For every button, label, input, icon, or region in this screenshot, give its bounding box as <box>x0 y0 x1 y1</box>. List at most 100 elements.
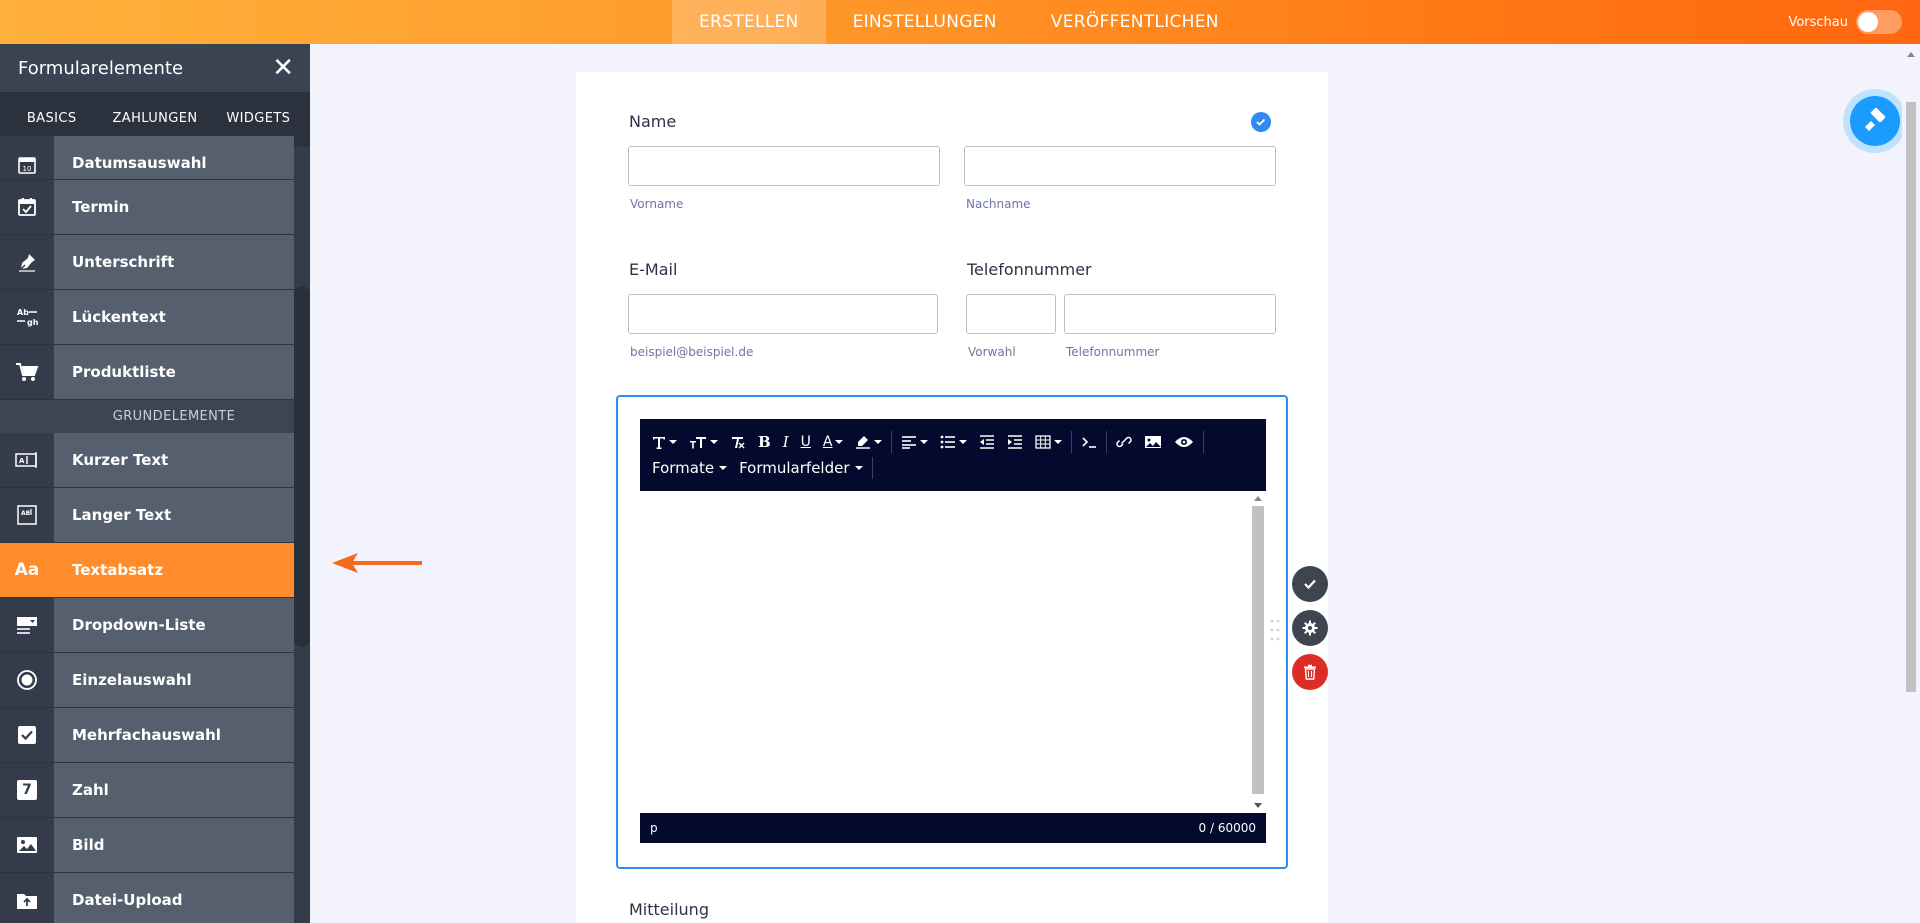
list-icon[interactable] <box>934 429 973 455</box>
dropdown-icon <box>0 598 54 652</box>
sidebar-item-einzelauswahl[interactable]: Einzelauswahl <box>0 653 294 708</box>
sidebar-item-label: Termin <box>72 198 130 216</box>
close-icon[interactable]: ✕ <box>272 55 294 81</box>
email-input[interactable] <box>628 294 938 334</box>
link-icon[interactable] <box>1110 429 1138 455</box>
tab-veroeffentlichen[interactable]: VERÖFFENTLICHEN <box>1024 0 1246 44</box>
first-name-sublabel: Vorname <box>630 197 684 211</box>
form-designer-button[interactable] <box>1843 89 1907 153</box>
preview-label: Vorschau <box>1788 14 1848 30</box>
sidebar-item-mehrfachauswahl[interactable]: Mehrfachauswahl <box>0 708 294 763</box>
gear-icon <box>1302 620 1318 636</box>
font-family-icon[interactable] <box>646 429 683 455</box>
underline-icon[interactable]: U <box>795 429 817 455</box>
rich-text-editor: B I U A Formate Formularfelder p 0 / 600… <box>640 419 1266 843</box>
bold-icon[interactable]: B <box>752 429 777 455</box>
editor-content-area[interactable] <box>640 491 1266 813</box>
sidebar-element-list: 10 Datumsauswahl Termin Unterschrift Ab g… <box>0 136 294 923</box>
editor-statusbar: p 0 / 60000 <box>640 813 1266 843</box>
form-fields-dropdown[interactable]: Formularfelder <box>733 459 868 477</box>
toggle-knob <box>1858 12 1878 32</box>
preview-toggle[interactable] <box>1856 10 1902 34</box>
phone-area-input[interactable] <box>966 294 1056 334</box>
scroll-down-icon[interactable] <box>1254 803 1262 808</box>
sidebar-item-unterschrift[interactable]: Unterschrift <box>0 235 294 290</box>
last-name-sublabel: Nachname <box>966 197 1031 211</box>
editor-scrollbar-thumb[interactable] <box>1252 506 1264 794</box>
sidebar-item-label: Produktliste <box>72 363 176 381</box>
calendar-check-icon <box>0 180 54 234</box>
toolbar-separator <box>1071 431 1073 453</box>
preview-eye-icon[interactable] <box>1168 429 1200 455</box>
email-label: E-Mail <box>629 260 678 279</box>
sidebar-item-zahl[interactable]: 7 Zahl <box>0 763 294 818</box>
code-icon[interactable] <box>1075 429 1103 455</box>
svg-text:A: A <box>19 457 25 465</box>
sidebar-item-label: Datei-Upload <box>72 891 183 909</box>
section-header-grundelemente: GRUNDELEMENTE <box>0 400 294 433</box>
element-path[interactable]: p <box>650 821 658 835</box>
sidebar-item-datei-upload[interactable]: Datei-Upload <box>0 873 294 923</box>
number-icon: 7 <box>0 763 54 817</box>
sidebar-scrollbar[interactable] <box>294 286 310 647</box>
sidebar-item-langer-text[interactable]: AB Langer Text <box>0 488 294 543</box>
sidebar-item-label: Datumsauswahl <box>72 154 207 172</box>
page-scrollbar-thumb[interactable] <box>1906 102 1916 692</box>
last-name-input[interactable] <box>964 146 1276 186</box>
top-bar: ERSTELLEN EINSTELLUNGEN VERÖFFENTLICHEN … <box>0 0 1920 44</box>
sidebar-item-label: Zahl <box>72 781 109 799</box>
tab-erstellen[interactable]: ERSTELLEN <box>672 0 826 44</box>
toolbar-row-1: B I U A <box>646 429 1207 455</box>
first-name-input[interactable] <box>628 146 940 186</box>
tab-einstellungen[interactable]: EINSTELLUNGEN <box>826 0 1024 44</box>
svg-text:AB: AB <box>21 510 31 517</box>
insert-image-icon[interactable] <box>1138 429 1168 455</box>
toolbar-separator <box>1106 431 1108 453</box>
image-icon <box>0 818 54 872</box>
sidebar-item-textabsatz[interactable]: Aa Textabsatz <box>0 543 294 598</box>
align-left-icon[interactable] <box>895 429 934 455</box>
sidebar-item-label: Langer Text <box>72 506 172 524</box>
clear-format-icon[interactable] <box>724 429 752 455</box>
indent-icon[interactable] <box>1001 429 1029 455</box>
editor-scrollbar[interactable] <box>1251 494 1265 810</box>
svg-text:Ab: Ab <box>17 308 29 317</box>
sidebar-item-lueckentext[interactable]: Ab gh Lückentext <box>0 290 294 345</box>
phone-area-sublabel: Vorwahl <box>968 345 1016 359</box>
highlight-icon[interactable] <box>849 429 888 455</box>
svg-text:gh: gh <box>27 318 39 327</box>
sidebar-item-produktliste[interactable]: Produktliste <box>0 345 294 400</box>
font-size-icon[interactable] <box>683 429 724 455</box>
settings-button[interactable] <box>1292 610 1328 646</box>
outdent-icon[interactable] <box>973 429 1001 455</box>
check-circle-icon <box>1251 112 1271 132</box>
sidebar-item-label: Unterschrift <box>72 253 175 271</box>
confirm-button[interactable] <box>1292 566 1328 602</box>
drag-handle-icon[interactable] <box>1270 618 1280 642</box>
sidebar-item-bild[interactable]: Bild <box>0 818 294 873</box>
sidebar-item-dropdown-liste[interactable]: Dropdown-Liste <box>0 598 294 653</box>
radio-icon <box>0 653 54 707</box>
sidebar-scrollbar-thumb[interactable] <box>294 286 310 647</box>
table-icon[interactable] <box>1029 429 1068 455</box>
italic-icon[interactable]: I <box>777 429 795 455</box>
svg-text:10: 10 <box>23 165 32 173</box>
page-scrollbar[interactable] <box>1902 44 1920 923</box>
sidebar-item-kurzer-text[interactable]: A Kurzer Text <box>0 433 294 488</box>
sidebar-item-datumsauswahl[interactable]: 10 Datumsauswahl <box>0 136 294 180</box>
phone-number-input[interactable] <box>1064 294 1276 334</box>
top-nav: ERSTELLEN EINSTELLUNGEN VERÖFFENTLICHEN <box>672 0 1246 44</box>
text-color-icon[interactable]: A <box>817 429 850 455</box>
scroll-up-icon[interactable] <box>1254 496 1262 501</box>
sidebar-item-label: Einzelauswahl <box>72 671 192 689</box>
sidebar-item-termin[interactable]: Termin <box>0 180 294 235</box>
page-scroll-up-icon[interactable] <box>1907 52 1915 57</box>
text-paragraph-field-selected[interactable]: B I U A Formate Formularfelder p 0 / 600… <box>616 395 1288 869</box>
formats-dropdown[interactable]: Formate <box>646 459 733 477</box>
calendar-10-icon: 10 <box>0 136 54 179</box>
delete-button[interactable] <box>1292 654 1328 690</box>
text-paragraph-icon: Aa <box>0 543 54 597</box>
formats-dropdown-label: Formate <box>652 459 715 477</box>
paint-roller-icon <box>1865 108 1886 131</box>
sidebar-item-label: Mehrfachauswahl <box>72 726 221 744</box>
